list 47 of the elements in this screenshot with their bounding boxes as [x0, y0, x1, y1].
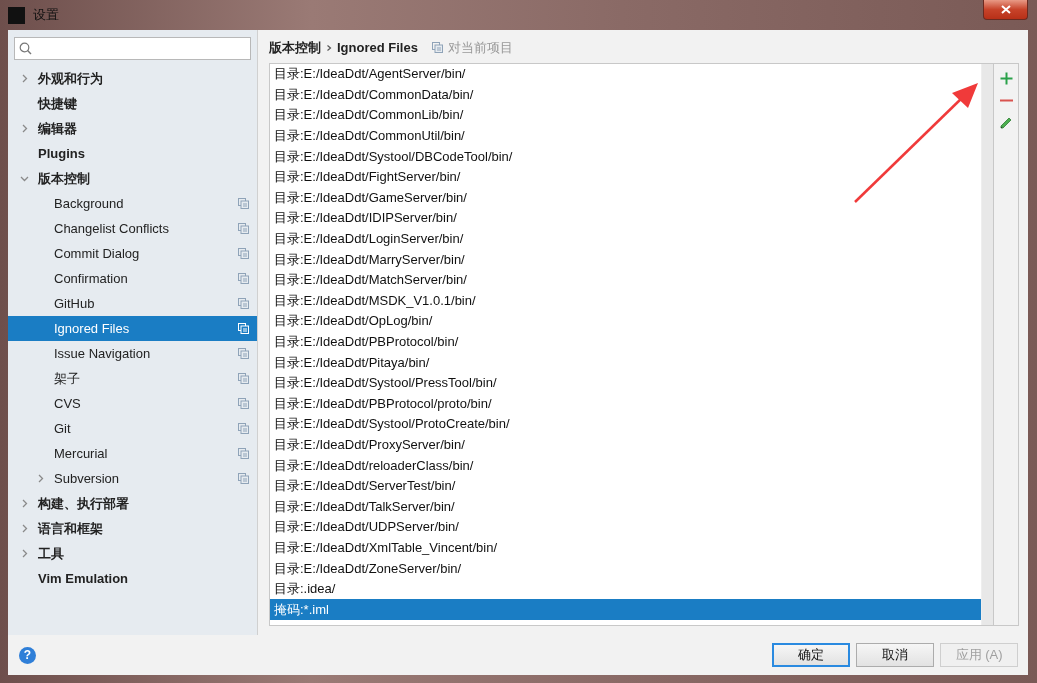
- sidebar-item[interactable]: Vim Emulation: [8, 566, 257, 591]
- sidebar-item[interactable]: 外观和行为: [8, 66, 257, 91]
- breadcrumb-item: 版本控制: [269, 38, 321, 57]
- help-button[interactable]: ?: [19, 646, 36, 664]
- ok-button[interactable]: 确定: [772, 643, 850, 667]
- sidebar-item[interactable]: Mercurial: [8, 441, 257, 466]
- chevron-right-icon[interactable]: [20, 124, 29, 133]
- scope-label: 对当前项目: [447, 38, 513, 57]
- sidebar-item[interactable]: Changelist Conflicts: [8, 216, 257, 241]
- breadcrumb-item: Ignored Files: [337, 40, 418, 55]
- close-icon: [1000, 5, 1011, 14]
- chevron-right-icon[interactable]: [20, 549, 29, 558]
- sidebar-item[interactable]: Commit Dialog: [8, 241, 257, 266]
- sidebar-item[interactable]: 工具: [8, 541, 257, 566]
- minus-icon: [999, 98, 1013, 102]
- project-scope-icon: [431, 42, 443, 53]
- sidebar-item[interactable]: Git: [8, 416, 257, 441]
- sidebar-item[interactable]: 构建、执行部署: [8, 491, 257, 516]
- sidebar-item[interactable]: GitHub: [8, 291, 257, 316]
- app-logo-icon: [8, 6, 25, 24]
- sidebar-item[interactable]: Issue Navigation: [8, 341, 257, 366]
- close-button[interactable]: [983, 0, 1028, 20]
- sidebar-item[interactable]: 架子: [8, 366, 257, 391]
- sidebar-item[interactable]: Confirmation: [8, 266, 257, 291]
- dialog-button[interactable]: 取消: [856, 643, 934, 667]
- pencil-icon: [999, 115, 1013, 129]
- sidebar-item[interactable]: CVS: [8, 391, 257, 416]
- sidebar-item[interactable]: 编辑器: [8, 116, 257, 141]
- chevron-right-icon[interactable]: [20, 74, 29, 83]
- search-icon: [19, 42, 32, 55]
- sidebar-item[interactable]: 语言和框架: [8, 516, 257, 541]
- sidebar-item[interactable]: Plugins: [8, 141, 257, 166]
- sidebar-item[interactable]: Ignored Files: [8, 316, 257, 341]
- sidebar-item[interactable]: Subversion: [8, 466, 257, 491]
- sidebar-item[interactable]: 版本控制: [8, 166, 257, 191]
- search-field[interactable]: [14, 37, 251, 60]
- chevron-right-icon: [326, 43, 332, 52]
- plus-icon: [999, 71, 1013, 85]
- chevron-right-icon[interactable]: [20, 499, 29, 508]
- chevron-down-icon[interactable]: [20, 174, 29, 183]
- scrollbar[interactable]: [981, 64, 993, 625]
- sidebar-item[interactable]: Background: [8, 191, 257, 216]
- sidebar-item[interactable]: 快捷键: [8, 91, 257, 116]
- chevron-right-icon[interactable]: [20, 524, 29, 533]
- window-title: 设置: [33, 6, 59, 24]
- list-row[interactable]: 掩码:*.iml: [270, 599, 981, 621]
- chevron-right-icon[interactable]: [36, 474, 45, 483]
